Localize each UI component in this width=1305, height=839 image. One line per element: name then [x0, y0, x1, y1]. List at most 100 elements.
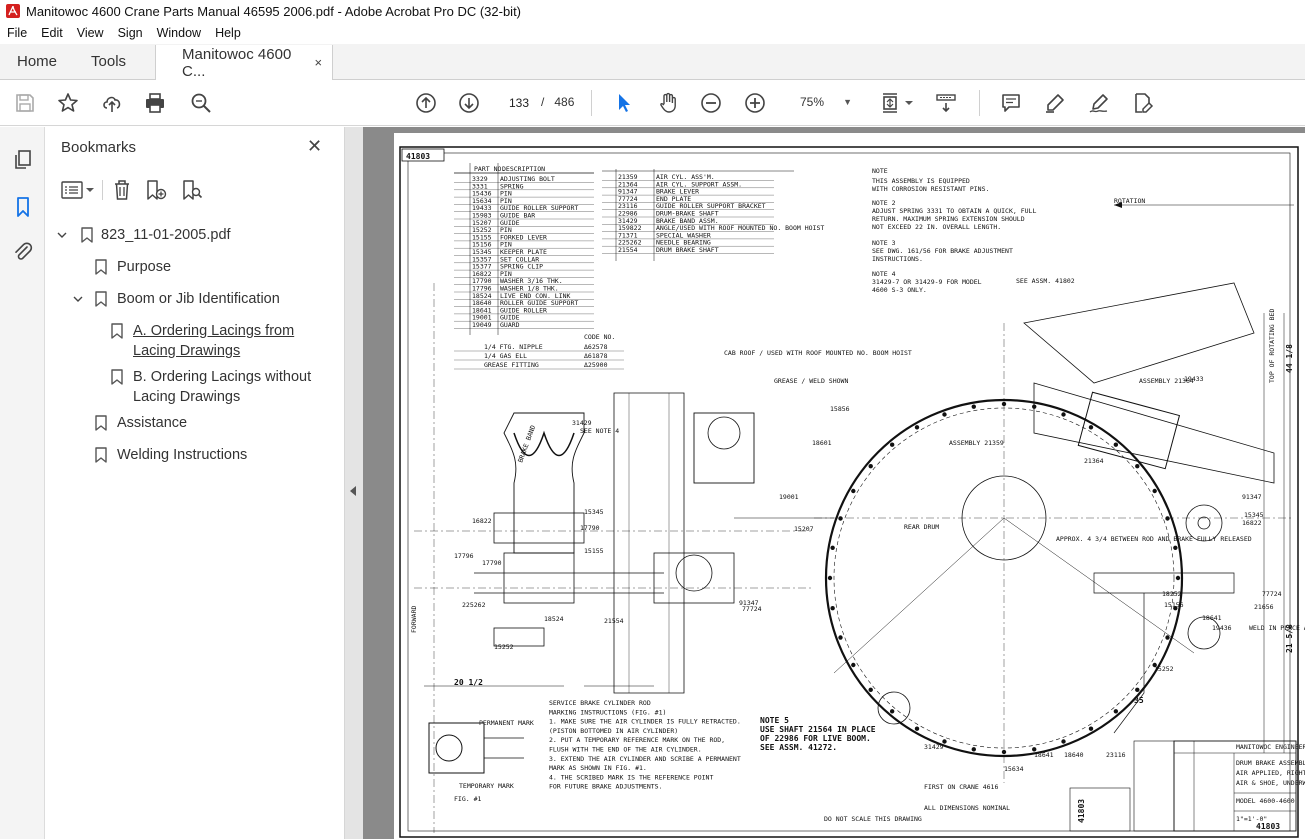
- new-bookmark-icon[interactable]: [145, 179, 167, 201]
- bolt: [1088, 425, 1094, 430]
- bookmark-label: B. Ordering Lacings without: [133, 369, 312, 385]
- fit-page-icon[interactable]: [878, 91, 902, 115]
- callout-cab-roof: CAB ROOF / USED WITH ROOF MOUNTED NO. BO…: [724, 349, 912, 357]
- tab-document[interactable]: Manitowoc 4600 C... ×: [155, 45, 334, 80]
- zoom-out-icon[interactable]: [699, 91, 723, 115]
- select-arrow-icon[interactable]: [612, 91, 636, 115]
- bookmark-tools: [59, 177, 259, 203]
- tab-close-icon[interactable]: ×: [314, 55, 322, 70]
- bookmark-label: Purpose: [117, 259, 172, 275]
- next-page-icon[interactable]: [457, 91, 481, 115]
- bookmark-welding[interactable]: Welding Instructions: [55, 445, 335, 465]
- menu-window[interactable]: Window: [150, 26, 208, 40]
- edit-icon[interactable]: [1131, 91, 1155, 115]
- part-label: 21656: [1254, 603, 1274, 611]
- zoom-value: 75%: [800, 95, 825, 109]
- comment-icon[interactable]: [999, 91, 1023, 115]
- find-bookmark-icon[interactable]: [181, 179, 203, 201]
- menu-view[interactable]: View: [70, 26, 111, 40]
- scroll-mode-icon[interactable]: [934, 91, 958, 115]
- part-number: 19049: [472, 321, 492, 329]
- collapse-arrow-icon[interactable]: [350, 486, 356, 496]
- callout-weld: WELD IN PLACE AT ASSEMBLY: [1249, 624, 1305, 632]
- fitting-description: 1/4 GAS ELL: [484, 352, 527, 360]
- callout-first-on: FIRST ON CRANE 4616: [924, 783, 998, 791]
- save-icon[interactable]: [13, 91, 37, 115]
- menu-file[interactable]: File: [0, 26, 34, 40]
- tab-document-label: Manitowoc 4600 C...: [182, 45, 292, 80]
- service-line: 1. MAKE SURE THE AIR CYLINDER IS FULLY R…: [549, 718, 741, 726]
- parts-right-list: 21359 AIR CYL. ASS'M.21364 AIR CYL. SUPPOR…: [602, 169, 824, 261]
- service-line: MARKING INSTRUCTIONS (FIG. #1): [549, 708, 666, 716]
- callout-do-not-scale: DO NOT SCALE THIS DRAWING: [824, 815, 922, 823]
- tab-tools[interactable]: Tools: [74, 44, 143, 79]
- callout-see-note4: SEE NOTE 4: [580, 427, 619, 435]
- note-line: NOTE 2: [872, 199, 896, 207]
- bolt: [851, 662, 856, 668]
- part-label: 16822: [1242, 519, 1262, 527]
- bolt: [830, 606, 835, 611]
- close-icon[interactable]: ✕: [307, 136, 322, 157]
- page-number-input[interactable]: 133: [502, 91, 536, 113]
- tools-separator: [102, 180, 103, 200]
- note-line: SEE DWG. 161/56 FOR BRAKE ADJUSTMENT: [872, 247, 1013, 255]
- tab-home[interactable]: Home: [0, 44, 74, 79]
- bolt: [914, 726, 920, 731]
- zoom-in-icon[interactable]: [743, 91, 767, 115]
- bolt: [1001, 401, 1007, 407]
- bolt: [914, 425, 920, 430]
- options-list-icon[interactable]: [61, 181, 83, 199]
- note-line: RETURN. MAXIMUM SPRING EXTENSION SHOULD: [872, 215, 1025, 223]
- panel-splitter[interactable]: [345, 127, 363, 839]
- pages-icon[interactable]: [11, 148, 35, 172]
- search-zoom-icon[interactable]: [189, 91, 213, 115]
- menu-help[interactable]: Help: [208, 26, 248, 40]
- bookmark-ordering-without[interactable]: B. Ordering Lacings without Lacing Drawi…: [55, 367, 335, 407]
- menu-edit[interactable]: Edit: [34, 26, 70, 40]
- sign-icon[interactable]: [1087, 91, 1111, 115]
- part-label: 15207: [794, 525, 814, 533]
- callout-all-dims: ALL DIMENSIONS NOMINAL: [924, 804, 1010, 812]
- zoom-select[interactable]: 75% ▼: [790, 91, 858, 113]
- bolt: [1113, 709, 1119, 714]
- service-line: FOR FUTURE BRAKE ADJUSTMENTS.: [549, 783, 663, 791]
- bookmark-assistance[interactable]: Assistance: [55, 413, 335, 433]
- part-label: 18641: [1202, 614, 1222, 622]
- bolt: [1165, 635, 1170, 640]
- part-label: 18641: [1034, 751, 1054, 759]
- print-icon[interactable]: [143, 91, 167, 115]
- bolt: [1135, 687, 1140, 693]
- part-label: 17790: [482, 559, 502, 567]
- bookmark-purpose[interactable]: Purpose: [55, 257, 335, 277]
- fitting-description: GREASE FITTING: [484, 361, 539, 369]
- part-label: 225262: [462, 601, 486, 609]
- bookmark-boom-jib[interactable]: Boom or Jib Identification: [55, 289, 335, 309]
- title-line2: AIR APPLIED, RIGHT REAR: [1236, 769, 1305, 777]
- bolt: [1001, 749, 1007, 755]
- fit-page-dropdown-icon[interactable]: [903, 92, 915, 114]
- bolt: [1113, 442, 1119, 447]
- upload-icon[interactable]: [100, 91, 124, 115]
- bolt: [830, 545, 835, 550]
- bookmark-label: Assistance: [117, 415, 188, 431]
- fitting-code: Δ25900: [584, 361, 608, 369]
- service-line: SERVICE BRAKE CYLINDER ROD: [549, 699, 651, 707]
- drawing-top-id: 41803: [406, 152, 430, 161]
- chevron-down-icon[interactable]: [57, 230, 67, 240]
- bookmark-ordering-from[interactable]: A. Ordering Lacings from Lacing Drawings: [55, 321, 335, 361]
- prev-page-icon[interactable]: [414, 91, 438, 115]
- chevron-down-icon[interactable]: [73, 294, 83, 304]
- menu-sign[interactable]: Sign: [111, 26, 150, 40]
- part-label: 17790: [580, 524, 600, 532]
- document-viewer[interactable]: 41803 PART NO. DESCRIPTION 3329 ADJUSTING…: [363, 127, 1305, 839]
- bookmark-panel-icon[interactable]: [11, 195, 35, 219]
- bookmark-root[interactable]: 823_11-01-2005.pdf: [55, 225, 335, 245]
- bookmark-label-line2: Lacing Drawings: [133, 343, 241, 359]
- highlight-icon[interactable]: [1043, 91, 1067, 115]
- hand-icon[interactable]: [656, 91, 680, 115]
- delete-icon[interactable]: [112, 179, 132, 201]
- service-instructions: SERVICE BRAKE CYLINDER RODMARKING INSTRU…: [549, 699, 741, 791]
- star-icon[interactable]: [56, 91, 80, 115]
- attachment-icon[interactable]: [11, 240, 35, 264]
- chevron-down-icon[interactable]: [86, 186, 94, 194]
